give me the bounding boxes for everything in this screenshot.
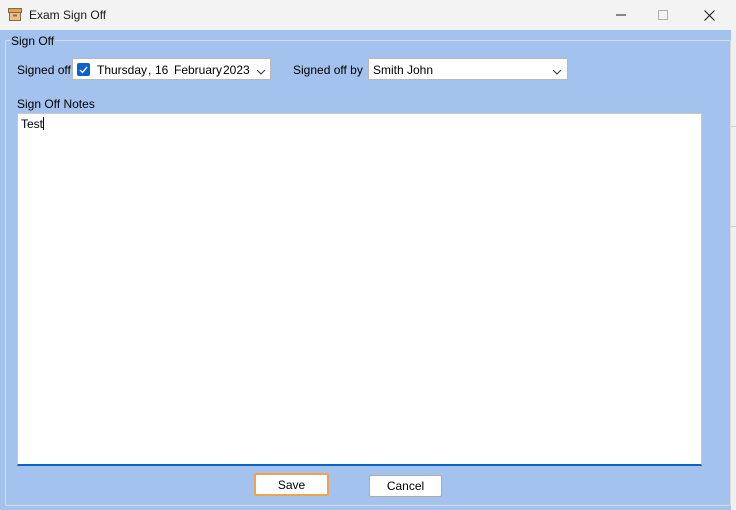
exam-sign-off-window: Exam Sign Off Sign Off Signed off Thursd…: [0, 0, 736, 510]
signed-off-date-picker[interactable]: Thursday , 16 February 2023: [72, 58, 271, 80]
date-day-name[interactable]: Thursday: [97, 63, 147, 77]
signed-off-by-value: Smith John: [373, 63, 434, 77]
signed-off-label: Signed off: [17, 63, 71, 77]
minimize-button[interactable]: [598, 0, 644, 30]
window-edge: [731, 30, 736, 510]
check-icon: [79, 66, 88, 74]
sign-off-notes-label: Sign Off Notes: [17, 97, 95, 111]
save-button[interactable]: Save: [254, 473, 329, 496]
group-label: Sign Off: [10, 34, 56, 48]
date-year[interactable]: 2023: [223, 63, 250, 77]
signed-off-by-label: Signed off by: [293, 63, 363, 77]
maximize-icon: [658, 10, 668, 20]
title-bar[interactable]: Exam Sign Off: [0, 0, 736, 30]
archive-box-icon: [8, 8, 22, 21]
window-title: Exam Sign Off: [29, 8, 107, 22]
chevron-down-icon[interactable]: [552, 65, 562, 79]
date-month[interactable]: February: [174, 63, 222, 77]
text-caret: [43, 117, 45, 130]
maximize-button[interactable]: [640, 0, 686, 30]
sign-off-notes-textarea[interactable]: Test: [17, 113, 702, 466]
notes-text: Test: [21, 117, 44, 131]
date-day[interactable]: 16: [155, 63, 168, 77]
date-enabled-checkbox[interactable]: [77, 63, 90, 76]
cancel-button[interactable]: Cancel: [369, 475, 442, 497]
client-area: Sign Off Signed off Thursday , 16 Februa…: [0, 30, 736, 510]
close-icon: [703, 9, 715, 21]
chevron-down-icon[interactable]: [256, 65, 266, 79]
minimize-icon: [616, 14, 626, 16]
date-separator: ,: [148, 63, 152, 77]
close-button[interactable]: [686, 0, 732, 30]
signed-off-by-dropdown[interactable]: Smith John: [368, 58, 568, 80]
